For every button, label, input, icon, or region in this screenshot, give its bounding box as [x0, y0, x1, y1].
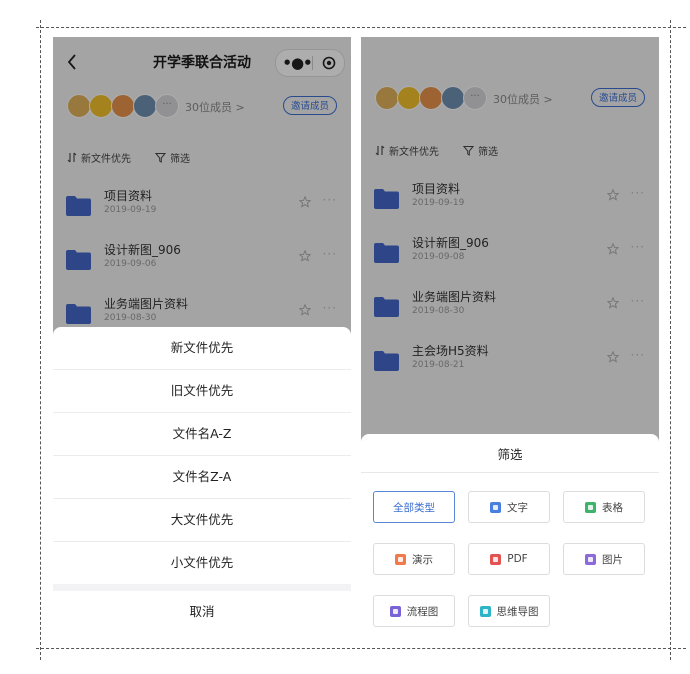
filter-chip-mindmap[interactable]: 思维导图 — [468, 595, 550, 627]
slides-icon — [395, 553, 406, 565]
chip-label: 演示 — [412, 553, 433, 566]
frame-bottom-border — [36, 648, 686, 649]
cancel-button[interactable]: 取消 — [53, 591, 351, 633]
doc-icon — [490, 501, 501, 513]
frame-left-border — [40, 20, 41, 660]
chip-label: 全部类型 — [393, 501, 435, 514]
image-icon — [585, 553, 596, 565]
chip-label: 流程图 — [406, 605, 439, 618]
filter-chip-doc[interactable]: 文字 — [468, 491, 550, 523]
filter-chip-image[interactable]: 图片 — [563, 543, 645, 575]
filter-screen: ··· 30位成员 > 邀请成员 新文件优先 筛选 项目资料 2019-09-1… — [361, 37, 659, 641]
chip-label: 文字 — [507, 501, 528, 514]
filter-chip-slides[interactable]: 演示 — [373, 543, 455, 575]
mindmap-icon — [479, 605, 491, 617]
filter-sheet: 筛选 全部类型 文字 表格 演示 PDF 图片 流程图 思维导图 — [361, 434, 659, 641]
sort-option-oldest[interactable]: 旧文件优先 — [53, 370, 351, 412]
chip-label: 思维导图 — [496, 605, 539, 618]
flowchart-icon — [389, 605, 401, 617]
sheet-gap — [53, 584, 351, 591]
frame-top-border — [36, 27, 686, 28]
chip-label: 表格 — [602, 501, 623, 514]
divider — [361, 472, 659, 473]
filter-sheet-title: 筛选 — [497, 447, 523, 462]
pdf-icon — [490, 553, 502, 565]
frame-right-border — [670, 20, 671, 660]
filter-chip-all[interactable]: 全部类型 — [373, 491, 455, 523]
sort-option-newest[interactable]: 新文件优先 — [53, 327, 351, 369]
sort-option-largest[interactable]: 大文件优先 — [53, 499, 351, 541]
filter-chip-sheet[interactable]: 表格 — [563, 491, 645, 523]
sort-option-smallest[interactable]: 小文件优先 — [53, 542, 351, 584]
sort-option-name-desc[interactable]: 文件名Z-A — [53, 456, 351, 498]
sheet-icon — [585, 501, 596, 513]
sort-screen: 开学季联合活动 •●• ··· 30位成员 > 邀请成员 新文件优先 筛选 项目… — [53, 37, 351, 641]
sort-action-sheet: 新文件优先 旧文件优先 文件名A-Z 文件名Z-A 大文件优先 小文件优先 取消 — [53, 327, 351, 641]
sort-option-name-asc[interactable]: 文件名A-Z — [53, 413, 351, 455]
chip-label: PDF — [507, 553, 528, 565]
filter-chip-flowchart[interactable]: 流程图 — [373, 595, 455, 627]
filter-chip-pdf[interactable]: PDF — [468, 543, 550, 575]
chip-label: 图片 — [602, 553, 623, 566]
